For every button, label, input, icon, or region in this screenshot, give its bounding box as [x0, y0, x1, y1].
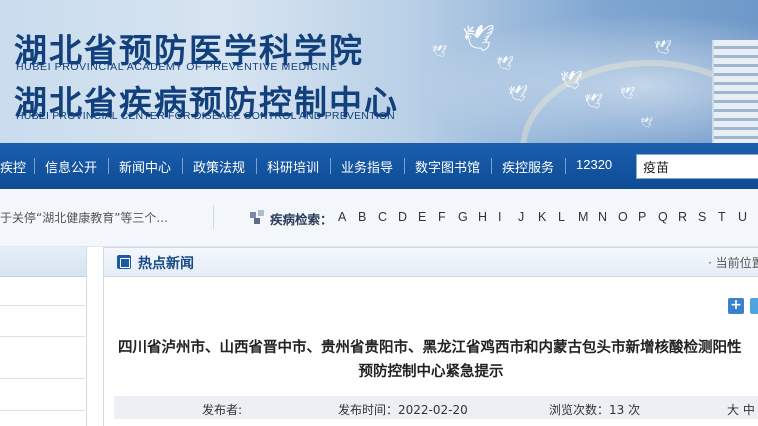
disease-search-label: 疾病检索： — [270, 212, 333, 227]
site-subtitle-academy: HUBEI PROVINCIAL ACADEMY OF PREVENTIVE M… — [16, 61, 338, 73]
letter-index-q[interactable]: Q — [658, 210, 668, 224]
publish-time: 发布时间：2022-02-20 — [338, 403, 468, 417]
info-divider — [213, 205, 214, 229]
nav-item-news-center[interactable]: 新闻中心 — [119, 157, 171, 176]
sidebar-divider — [0, 378, 85, 379]
publisher-label: 发布者: — [202, 403, 243, 417]
view-count: 浏览次数：13 次 — [549, 403, 641, 417]
search-input[interactable] — [636, 154, 758, 179]
font-size-switch[interactable]: 大 中 — [727, 401, 755, 418]
nav-divider — [330, 158, 331, 174]
sidebar-divider — [0, 336, 85, 337]
site-banner: 🕊 🕊 🕊 🕊 🕊 🕊 🕊 🕊 🕊 湖北省预防医学科学院 HUBEI PROVI… — [0, 0, 758, 143]
scrolling-notice[interactable]: 于关停“湖北健康教育”等三个... — [0, 209, 168, 226]
letter-index-b[interactable]: B — [358, 210, 366, 224]
letter-index-j[interactable]: J — [518, 210, 524, 224]
breadcrumb: · 当前位置 — [708, 256, 758, 270]
site-subtitle-cdc: HUBEI PROVINCIAL CENTER FOR DISEASE CONT… — [16, 110, 395, 122]
nav-item-policy[interactable]: 政策法规 — [193, 157, 245, 176]
article-title-continued: 预防控制中心紧急提示 — [358, 363, 504, 380]
letter-index-a[interactable]: A — [338, 210, 346, 224]
dove-icon: 🕊 — [432, 44, 448, 58]
letter-index-k[interactable]: K — [538, 210, 546, 224]
letter-index-p[interactable]: P — [638, 210, 646, 224]
nav-divider — [256, 158, 257, 174]
sidebar-header — [0, 247, 87, 277]
letter-index-u[interactable]: U — [738, 210, 747, 224]
dove-icon: 🕊 — [620, 86, 636, 100]
article-title: 四川省泸州市、山西省晋中市、贵州省贵阳市、黑龙江省鸡西市和内蒙古包头市新增核酸检… — [118, 339, 742, 356]
letter-index-c[interactable]: C — [378, 210, 387, 224]
sidebar-border — [86, 247, 87, 426]
panel-header — [104, 248, 758, 277]
dove-icon: 🕊 — [508, 84, 529, 103]
sidebar-divider — [0, 305, 85, 306]
dove-icon: 🕊 — [584, 92, 604, 110]
nav-divider — [34, 158, 35, 174]
letter-index-l[interactable]: L — [558, 210, 565, 224]
dove-icon: 🕊 — [496, 56, 514, 72]
nav-divider — [108, 158, 109, 174]
dove-icon: 🕊 — [640, 118, 653, 129]
sidebar-divider — [0, 410, 85, 411]
dove-icon: 🕊 — [462, 24, 496, 54]
share-icon[interactable] — [750, 298, 758, 314]
letter-index-h[interactable]: H — [478, 210, 487, 224]
nav-divider — [491, 158, 492, 174]
dove-icon: 🕊 — [560, 70, 583, 91]
letter-index-i[interactable]: I — [498, 210, 501, 224]
section-square-icon — [117, 255, 131, 269]
nav-item-research-training[interactable]: 科研培训 — [267, 157, 319, 176]
letter-index-r[interactable]: R — [678, 210, 687, 224]
nav-item-cdc-services[interactable]: 疾控服务 — [502, 157, 554, 176]
letter-index-e[interactable]: E — [418, 210, 426, 224]
nav-divider — [565, 158, 566, 174]
panel-heading: 热点新闻 — [138, 256, 194, 272]
nav-item-business-guidance[interactable]: 业务指导 — [341, 157, 393, 176]
letter-index-f[interactable]: F — [438, 210, 446, 224]
nav-divider — [182, 158, 183, 174]
dove-icon: 🕊 — [654, 40, 672, 56]
nav-item-info-disclosure[interactable]: 信息公开 — [45, 157, 97, 176]
add-icon[interactable]: + — [728, 298, 744, 314]
nav-item-cdc[interactable]: 疾控 — [0, 157, 26, 176]
letter-index-d[interactable]: D — [398, 210, 407, 224]
letter-index-t[interactable]: T — [718, 210, 726, 224]
nav-divider — [404, 158, 405, 174]
banner-building-image — [712, 40, 758, 143]
letter-index-o[interactable]: O — [618, 210, 628, 224]
letter-index-m[interactable]: M — [578, 210, 588, 224]
nav-item-digital-library[interactable]: 数字图书馆 — [415, 157, 480, 176]
letter-index-g[interactable]: G — [458, 210, 468, 224]
nav-item-hotline[interactable]: 12320 — [576, 157, 612, 172]
letter-index-n[interactable]: N — [598, 210, 607, 224]
letter-index-s[interactable]: S — [698, 210, 706, 224]
disease-search-icon — [250, 210, 264, 224]
